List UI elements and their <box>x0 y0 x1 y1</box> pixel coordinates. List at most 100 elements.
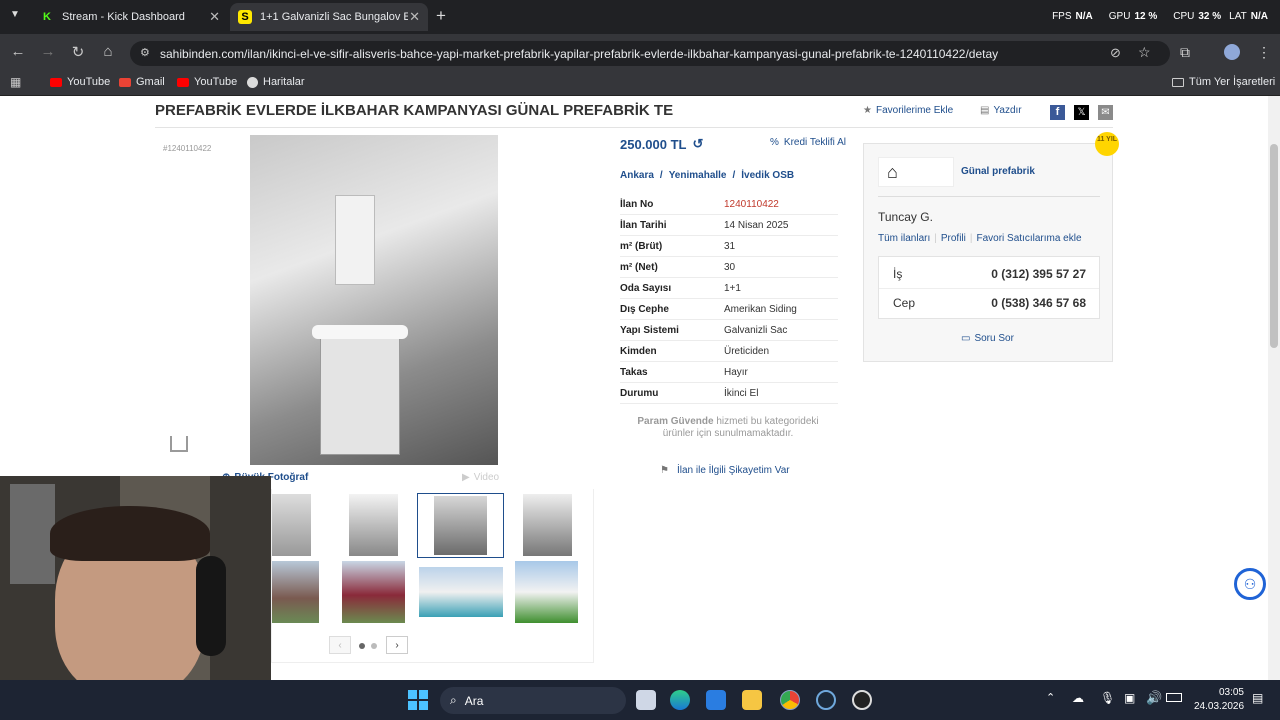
tray-network-icon[interactable]: ▣ <box>1124 691 1135 705</box>
seller-links: Tüm ilanları | Profili | Favori Satıcıları… <box>878 233 1082 244</box>
gallery-page-dot[interactable] <box>371 643 377 649</box>
location-neighborhood[interactable]: İvedik OSB <box>741 170 794 181</box>
file-explorer-icon[interactable] <box>742 690 762 710</box>
close-tab-icon[interactable]: ✕ <box>409 9 420 25</box>
phone-number-work[interactable]: 0 (312) 395 57 27 <box>991 267 1086 281</box>
x-share-icon[interactable]: 𝕏 <box>1074 105 1089 120</box>
credit-offer-link[interactable]: % Kredi Teklifi Al <box>770 137 846 148</box>
all-listings-link[interactable]: Tüm ilanları <box>878 233 930 244</box>
webcam-headphones <box>196 556 226 656</box>
new-tab-button[interactable]: + <box>436 6 446 26</box>
page-scrollbar[interactable] <box>1268 96 1280 680</box>
all-bookmarks-folder[interactable]: Tüm Yer İşaretleri <box>1172 76 1275 88</box>
notification-icon[interactable]: ▤ <box>1252 691 1263 705</box>
taskbar-clock[interactable]: 03:05 24.03.2026 <box>1194 686 1244 714</box>
steam-icon[interactable] <box>816 690 836 710</box>
thumbnail[interactable] <box>515 561 578 623</box>
bookmark-youtube-2[interactable]: YouTube <box>177 76 237 88</box>
detail-row-trade: Takas Hayır <box>620 362 838 383</box>
detail-row-listing-no: İlan No 1240110422 <box>620 194 838 215</box>
tray-battery-icon[interactable] <box>1166 693 1182 702</box>
forward-icon[interactable]: → <box>38 43 58 60</box>
title-divider <box>155 127 1113 128</box>
back-icon[interactable]: ← <box>8 43 28 60</box>
add-favorite-seller-link[interactable]: Favori Satıcılarıma ekle <box>976 233 1081 244</box>
accessibility-widget-icon[interactable]: ⚇ <box>1234 568 1266 600</box>
location-breadcrumb: Ankara / Yenimahalle / İvedik OSB <box>620 170 795 181</box>
membership-badge: 11 YIL <box>1095 132 1119 156</box>
store-name[interactable]: Günal prefabrik <box>961 166 1035 177</box>
home-icon[interactable]: ⌂ <box>98 43 118 60</box>
main-listing-photo[interactable] <box>250 135 498 465</box>
detail-row-structure: Yapı Sistemi Galvanizli Sac <box>620 320 838 341</box>
phone-number-mobile[interactable]: 0 (538) 346 57 68 <box>991 296 1086 310</box>
facebook-share-icon[interactable]: f <box>1050 105 1065 120</box>
extensions-icon[interactable]: ⧉ <box>1180 44 1190 61</box>
gallery-next-button[interactable]: › <box>386 636 408 654</box>
price-history-icon[interactable]: ↺ <box>693 136 704 152</box>
taskbar-search[interactable]: ⌕ Ara <box>440 687 626 714</box>
print-link[interactable]: ▤ Yazdır <box>980 105 1022 116</box>
scrollbar-thumb[interactable] <box>1270 144 1278 348</box>
bookmark-star-icon[interactable]: ☆ <box>1138 44 1151 61</box>
sahibinden-favicon-icon: S <box>238 10 252 24</box>
tab-list-dropdown-icon[interactable]: ▼ <box>10 9 20 20</box>
profile-icon[interactable] <box>1224 44 1240 60</box>
clock-date: 24.03.2026 <box>1194 701 1245 712</box>
thumbnail[interactable] <box>342 561 405 623</box>
thumbnail-selected[interactable] <box>417 493 504 558</box>
reload-icon[interactable]: ↻ <box>68 43 88 61</box>
tray-chevron-icon[interactable]: ⌃ <box>1046 691 1055 704</box>
ask-question-link[interactable]: ▭ Soru Sor <box>961 333 1014 344</box>
chrome-icon[interactable] <box>780 690 800 710</box>
detail-row-gross-area: m² (Brüt) 31 <box>620 236 838 257</box>
close-tab-icon[interactable]: ✕ <box>209 9 220 25</box>
gallery-prev-button[interactable]: ‹ <box>329 636 351 654</box>
bookmark-youtube[interactable]: YouTube <box>50 76 110 88</box>
thumbnail[interactable] <box>272 494 311 556</box>
profile-link[interactable]: Profili <box>941 233 966 244</box>
flag-icon: ⚑ <box>660 465 669 476</box>
thumbnail[interactable] <box>272 561 319 623</box>
video-tab[interactable]: ▶ Video <box>462 472 499 483</box>
bookmark-gmail[interactable]: Gmail <box>119 76 165 88</box>
add-favorites-link[interactable]: ★ Favorilerime Ekle <box>863 105 953 116</box>
tray-volume-icon[interactable]: 🔊 <box>1146 690 1162 706</box>
tray-cloud-icon[interactable]: ☁ <box>1072 691 1084 705</box>
store-icon[interactable] <box>706 690 726 710</box>
thumbnail[interactable] <box>419 567 503 617</box>
kick-favicon-icon: K <box>43 11 51 23</box>
address-bar[interactable]: ⚙ sahibinden.com/ilan/ikinci-el-ve-sifir… <box>130 41 1170 66</box>
windows-start-icon[interactable] <box>408 690 428 710</box>
obs-icon[interactable] <box>852 690 872 710</box>
photo-sink <box>312 325 408 339</box>
site-info-icon[interactable]: ⚙ <box>140 46 150 59</box>
task-view-icon[interactable] <box>636 690 656 710</box>
thumbnail[interactable] <box>523 494 572 556</box>
report-listing-link[interactable]: ⚑ İlan ile İlgili Şikayetim Var <box>660 465 790 476</box>
thumbnail[interactable] <box>349 494 398 556</box>
eye-off-icon[interactable]: ⊘ <box>1110 45 1121 61</box>
divider <box>879 288 1099 289</box>
folder-icon <box>1172 77 1184 87</box>
listing-title: PREFABRİK EVLERDE İLKBAHAR KAMPANYASI GÜ… <box>155 102 674 119</box>
edge-icon[interactable] <box>670 690 690 710</box>
phone-box: İş 0 (312) 395 57 27 Cep 0 (538) 346 57 … <box>878 256 1100 319</box>
printer-icon: ▤ <box>980 105 990 116</box>
tab-kick-dashboard[interactable]: K Stream - Kick Dashboard ✕ <box>32 3 228 31</box>
gallery-page-dot-active[interactable] <box>359 643 365 649</box>
apps-grid-icon[interactable]: ▦ <box>10 75 21 89</box>
location-district[interactable]: Yenimahalle <box>669 170 727 181</box>
url-text: sahibinden.com/ilan/ikinci-el-ve-sifir-a… <box>160 46 999 61</box>
bookmark-maps[interactable]: Haritalar <box>247 76 305 88</box>
webcam-person-hair <box>50 506 210 561</box>
tab-sahibinden[interactable]: S 1+1 Galvanizli Sac Bungalov Ev ✕ <box>230 3 428 31</box>
detail-row-seller-type: Kimden Üreticiden <box>620 341 838 362</box>
location-city[interactable]: Ankara <box>620 170 654 181</box>
house-icon: ⌂ <box>887 162 898 182</box>
tray-microphone-icon[interactable]: 🎙 <box>1100 691 1115 705</box>
store-logo-watermark-icon <box>170 436 188 452</box>
email-share-icon[interactable]: ✉ <box>1098 105 1113 120</box>
store-logo[interactable]: ⌂ <box>878 157 954 187</box>
menu-icon[interactable]: ⋮ <box>1257 44 1271 61</box>
